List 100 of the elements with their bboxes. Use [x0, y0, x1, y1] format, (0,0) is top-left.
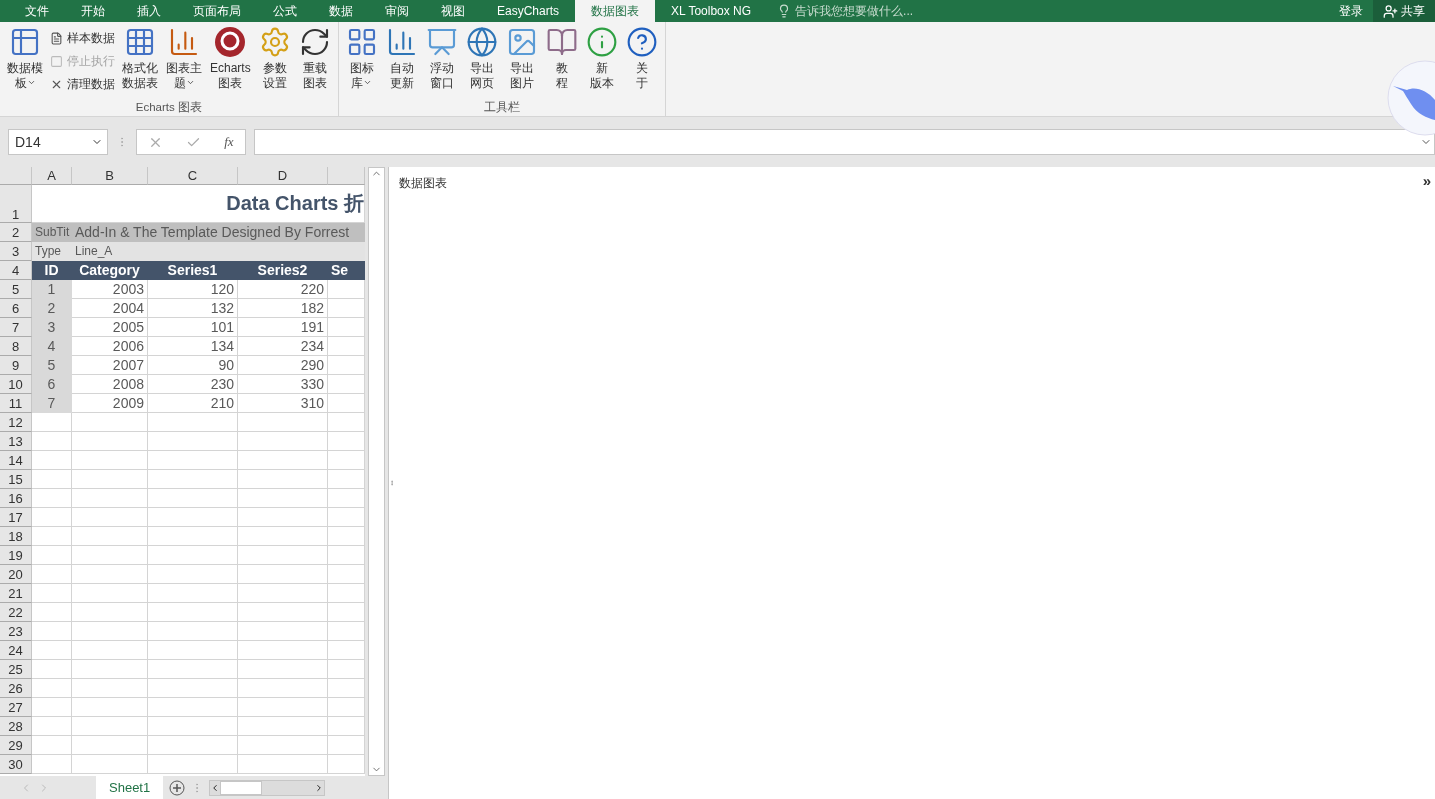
- grid-cell[interactable]: [32, 432, 72, 451]
- grid-cell[interactable]: [238, 641, 328, 660]
- grid-cell[interactable]: [32, 755, 72, 774]
- grid-cell[interactable]: [72, 527, 148, 546]
- grid-cell[interactable]: [238, 470, 328, 489]
- insert-function-button[interactable]: fx: [224, 134, 234, 150]
- grid-cell[interactable]: [238, 698, 328, 717]
- ribbon-button[interactable]: 自动 更新: [382, 26, 421, 100]
- grid-cell[interactable]: [238, 413, 328, 432]
- grid-cell[interactable]: [32, 736, 72, 755]
- row-header[interactable]: 7: [0, 318, 32, 337]
- grid-cell[interactable]: [32, 679, 72, 698]
- grid-cell[interactable]: [72, 755, 148, 774]
- grid-cell[interactable]: [148, 641, 238, 660]
- ribbon-button[interactable]: 参数 设置: [255, 26, 294, 100]
- grid-cell[interactable]: [148, 603, 238, 622]
- grid-cell[interactable]: [32, 641, 72, 660]
- row-header[interactable]: 18: [0, 527, 32, 546]
- sign-in-link[interactable]: 登录: [1329, 0, 1373, 22]
- grid-cell[interactable]: [32, 622, 72, 641]
- row-header[interactable]: 11: [0, 394, 32, 413]
- column-header[interactable]: D: [238, 167, 328, 185]
- grid-cell[interactable]: [72, 679, 148, 698]
- row-header[interactable]: 29: [0, 736, 32, 755]
- menu-tab[interactable]: 页面布局: [177, 0, 257, 22]
- grid-cell[interactable]: [238, 603, 328, 622]
- row-header[interactable]: 10: [0, 375, 32, 394]
- grid-cell[interactable]: [148, 432, 238, 451]
- grid-cell[interactable]: [148, 451, 238, 470]
- menu-tab[interactable]: 文件: [9, 0, 65, 22]
- column-header[interactable]: [328, 167, 365, 185]
- vertical-scrollbar[interactable]: [368, 167, 385, 776]
- grid-cell[interactable]: [72, 432, 148, 451]
- grid-cell[interactable]: [238, 736, 328, 755]
- row-header[interactable]: 26: [0, 679, 32, 698]
- tell-me-field[interactable]: 告诉我您想要做什么...: [777, 0, 914, 22]
- grid-cell[interactable]: [72, 717, 148, 736]
- row-header[interactable]: 24: [0, 641, 32, 660]
- grid-cell[interactable]: [32, 717, 72, 736]
- menu-tab[interactable]: EasyCharts: [481, 0, 576, 22]
- grid-cell[interactable]: [72, 584, 148, 603]
- grid-cell[interactable]: [238, 451, 328, 470]
- grid-cell[interactable]: [32, 565, 72, 584]
- grid-cell[interactable]: [72, 641, 148, 660]
- grid-cell[interactable]: [72, 470, 148, 489]
- row-header[interactable]: 9: [0, 356, 32, 375]
- row-header[interactable]: 25: [0, 660, 32, 679]
- ribbon-button[interactable]: 图表主 题: [163, 26, 205, 100]
- formula-input[interactable]: [254, 129, 1435, 155]
- grid-cell[interactable]: [72, 508, 148, 527]
- column-header[interactable]: B: [72, 167, 148, 185]
- grid-cell[interactable]: [238, 755, 328, 774]
- grid-cell[interactable]: [328, 527, 365, 546]
- grid-cell[interactable]: [148, 755, 238, 774]
- column-header[interactable]: A: [32, 167, 72, 185]
- ribbon-button[interactable]: 关 于: [622, 26, 661, 100]
- row-header[interactable]: 5: [0, 280, 32, 299]
- sheet-tab[interactable]: Sheet1: [96, 776, 164, 799]
- row-header[interactable]: 3: [0, 242, 32, 261]
- grid-cell[interactable]: [328, 736, 365, 755]
- grid-cell[interactable]: [328, 489, 365, 508]
- collapse-button[interactable]: »: [1422, 175, 1431, 187]
- grid-cell[interactable]: [238, 660, 328, 679]
- grid-cell[interactable]: [32, 413, 72, 432]
- grid-cell[interactable]: [328, 660, 365, 679]
- grid-cell[interactable]: [72, 451, 148, 470]
- column-header[interactable]: C: [148, 167, 238, 185]
- grid-cell[interactable]: [328, 717, 365, 736]
- select-all-corner[interactable]: [0, 167, 32, 185]
- grid-cell[interactable]: [328, 394, 365, 413]
- grid-cell[interactable]: [328, 679, 365, 698]
- horizontal-scrollbar[interactable]: [209, 779, 326, 796]
- grid-cell[interactable]: [328, 622, 365, 641]
- grid-cell[interactable]: [328, 565, 365, 584]
- grid-cell[interactable]: [148, 489, 238, 508]
- ribbon-button[interactable]: 数据模 板: [4, 26, 46, 100]
- grid-cell[interactable]: [72, 489, 148, 508]
- name-box[interactable]: D14: [8, 129, 108, 155]
- row-header[interactable]: 23: [0, 622, 32, 641]
- row-header[interactable]: 14: [0, 451, 32, 470]
- ribbon-small-button[interactable]: 清理数据: [48, 74, 117, 95]
- grid-cell[interactable]: [32, 527, 72, 546]
- splitter-handle-icon[interactable]: [389, 478, 395, 488]
- row-header[interactable]: 21: [0, 584, 32, 603]
- grid-cell[interactable]: [238, 508, 328, 527]
- row-header[interactable]: 2: [0, 223, 32, 242]
- row-header[interactable]: 4: [0, 261, 32, 280]
- grid-cell[interactable]: [328, 755, 365, 774]
- grid-cell[interactable]: [148, 413, 238, 432]
- grid-cell[interactable]: [328, 546, 365, 565]
- row-header[interactable]: 6: [0, 299, 32, 318]
- grid-cell[interactable]: [148, 698, 238, 717]
- grid-cell[interactable]: [328, 641, 365, 660]
- grid-cell[interactable]: [148, 565, 238, 584]
- row-header[interactable]: 22: [0, 603, 32, 622]
- menu-tab[interactable]: 数据图表: [575, 0, 656, 22]
- row-header[interactable]: 13: [0, 432, 32, 451]
- grid-cell[interactable]: [32, 660, 72, 679]
- grid-cell[interactable]: [238, 489, 328, 508]
- grid-cell[interactable]: [328, 337, 365, 356]
